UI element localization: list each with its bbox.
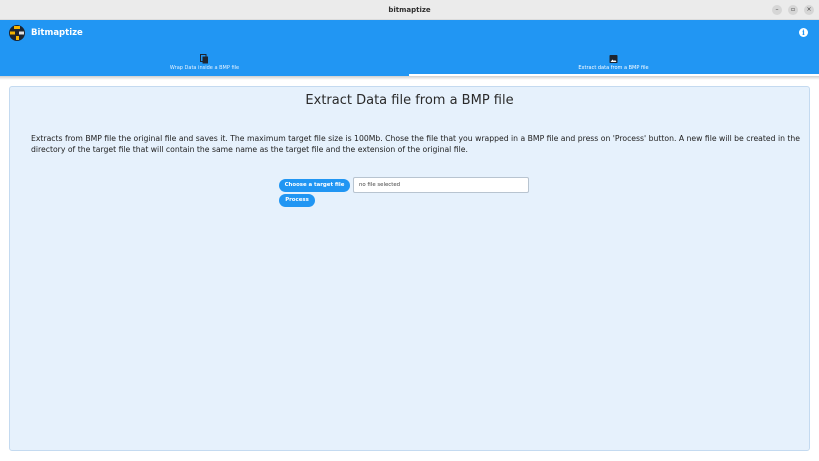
info-icon[interactable]: i (799, 28, 808, 37)
tab-wrap-data-label: Wrap Data inside a BMP file (169, 65, 240, 71)
app-title: Bitmaptize (31, 28, 83, 38)
page-title: Extract Data file from a BMP file (305, 93, 514, 108)
close-icon[interactable]: × (804, 5, 814, 15)
window-title: bitmaptize (388, 6, 431, 14)
app-bar: Bitmaptize i Wrap Data inside a BMP file… (0, 20, 819, 76)
maximize-icon[interactable]: ▫ (788, 5, 798, 15)
window-titlebar: bitmaptize – ▫ × (0, 0, 819, 20)
app-bar-shadow (0, 76, 819, 80)
tab-wrap-data[interactable]: Wrap Data inside a BMP file (0, 47, 409, 76)
page-description: Extracts from BMP file the original file… (31, 134, 801, 154)
tab-extract-data-label: Extract data from a BMP file (578, 65, 649, 71)
choose-target-file-button[interactable]: Choose a target file (279, 179, 350, 192)
selected-file-field: no file selected (353, 177, 529, 193)
image-icon (609, 49, 618, 63)
minimize-icon[interactable]: – (772, 5, 782, 15)
extract-panel: Extract Data file from a BMP file Extrac… (9, 86, 810, 451)
bitmaptize-logo-icon (9, 25, 25, 41)
file-copy-icon (200, 49, 209, 64)
process-button[interactable]: Process (279, 194, 315, 207)
tab-extract-data[interactable]: Extract data from a BMP file (409, 47, 818, 76)
